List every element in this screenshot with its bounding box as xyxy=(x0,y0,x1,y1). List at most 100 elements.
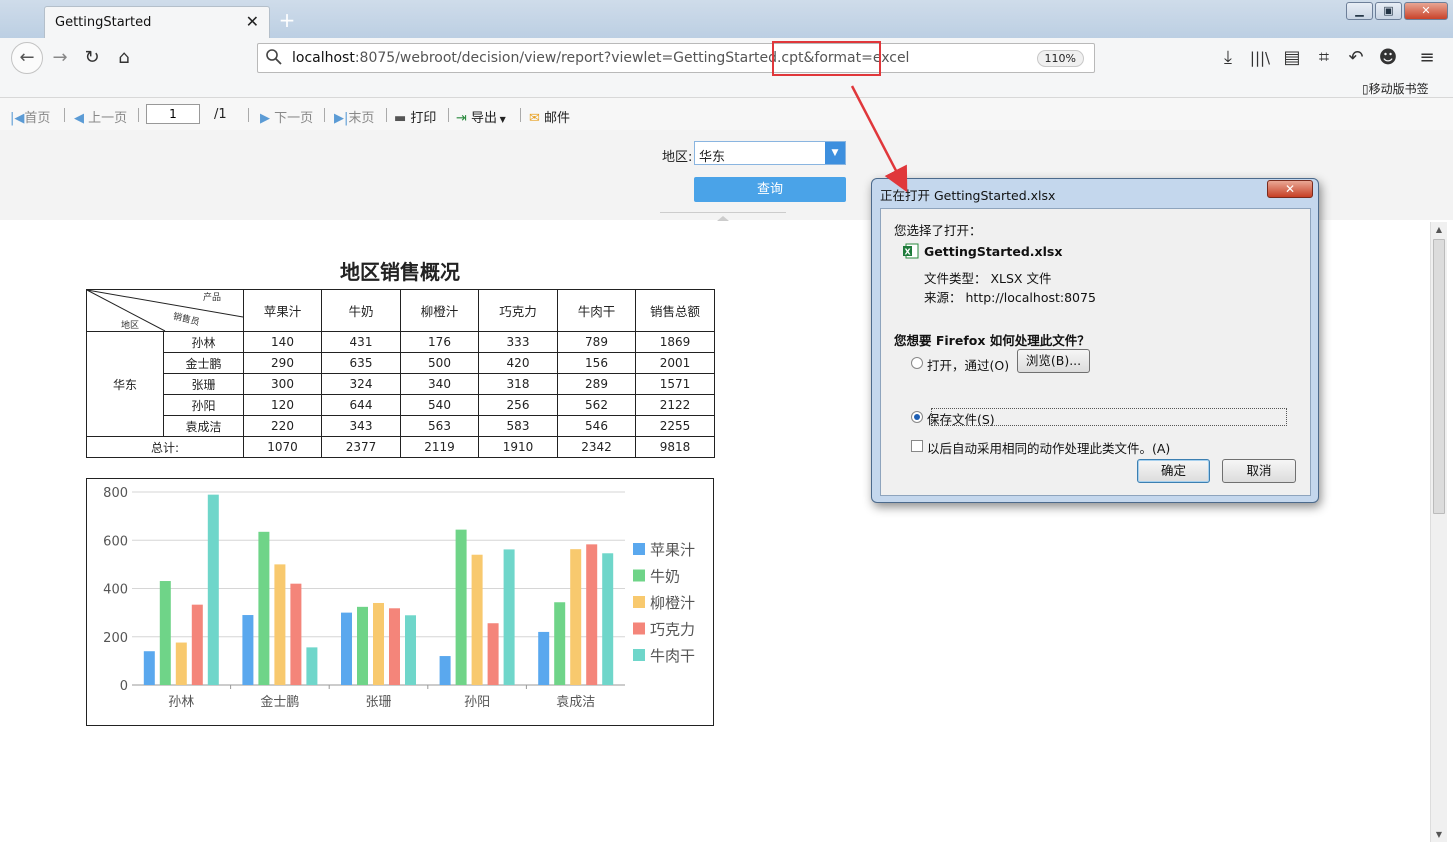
value-cell: 2122 xyxy=(635,394,715,416)
value-cell: 563 xyxy=(400,415,479,437)
column-header: 柳橙汁 xyxy=(400,289,479,332)
handle-question: 您想要 Firefox 如何处理此文件？ xyxy=(894,333,1090,348)
open-file-dialog: 正在打开 GettingStarted.xlsx ✕ 您选择了打开： X Get… xyxy=(871,178,1319,503)
legend-label: 苹果汁 xyxy=(650,541,695,559)
value-cell: 562 xyxy=(557,394,636,416)
save-file-radio[interactable] xyxy=(911,411,923,423)
salesperson-cell: 孙林 xyxy=(163,331,244,353)
scroll-thumb[interactable] xyxy=(1433,239,1445,514)
table-row: 孙阳 120 644 540 256 562 2122 xyxy=(87,394,715,416)
value-cell: 500 xyxy=(400,352,479,374)
browse-button[interactable]: 浏览(B)... xyxy=(1017,349,1090,373)
value-cell: 340 xyxy=(400,373,479,395)
value-cell: 333 xyxy=(478,331,558,353)
value-cell: 300 xyxy=(243,373,322,395)
bar xyxy=(405,615,416,685)
last-page-button[interactable]: ▶|末页 xyxy=(334,107,374,126)
scroll-down-icon[interactable]: ▼ xyxy=(1431,830,1447,839)
open-with-radio[interactable] xyxy=(911,357,923,369)
value-cell: 256 xyxy=(478,394,558,416)
salesperson-cell: 孙阳 xyxy=(163,394,244,416)
new-tab-icon[interactable]: + xyxy=(276,9,298,31)
url-highlight-box xyxy=(772,41,881,76)
value-cell: 156 xyxy=(557,352,636,374)
minimize-icon[interactable]: ▁ xyxy=(1346,2,1373,20)
home-icon[interactable]: ⌂ xyxy=(112,46,136,70)
table-row: 金士鹏 290 635 500 420 156 2001 xyxy=(87,352,715,374)
bar xyxy=(306,647,318,685)
bar xyxy=(554,602,566,685)
zoom-badge[interactable]: 110% xyxy=(1036,50,1084,67)
toolbar-divider xyxy=(448,108,449,122)
y-tick-label: 600 xyxy=(103,534,128,549)
corner-header-cell: 产品 销售员 地区 xyxy=(86,289,244,332)
prev-page-button[interactable]: ◀ 上一页 xyxy=(74,107,127,126)
maximize-icon[interactable]: ▣ xyxy=(1375,2,1402,20)
legend-label: 牛肉干 xyxy=(650,647,695,665)
window-close-icon[interactable]: ✕ xyxy=(1404,2,1448,20)
x-tick-label: 孙林 xyxy=(168,695,194,710)
column-header: 苹果汁 xyxy=(243,289,322,332)
file-type: 文件类型： XLSX 文件 xyxy=(924,271,1052,286)
bar xyxy=(373,602,384,685)
mobile-bookmarks[interactable]: ▯移动版书签 xyxy=(1362,80,1429,97)
browser-tab[interactable]: GettingStarted ✕ xyxy=(44,6,270,38)
menu-icon[interactable]: ≡ xyxy=(1415,46,1439,70)
region-select[interactable]: 华东 ▼ xyxy=(694,141,846,165)
legend-label: 牛奶 xyxy=(650,568,680,586)
account-icon[interactable]: ☻ xyxy=(1376,46,1400,70)
url-bar[interactable]: localhost:8075/webroot/decision/view/rep… xyxy=(257,43,1095,73)
bar xyxy=(143,651,155,685)
bar xyxy=(586,544,598,685)
sidebar-icon[interactable]: ▤ xyxy=(1280,46,1304,70)
y-tick-label: 0 xyxy=(120,679,128,694)
value-cell: 546 xyxy=(557,415,636,437)
query-button[interactable]: 查询 xyxy=(694,177,846,202)
value-cell: 540 xyxy=(400,394,479,416)
tab-close-icon[interactable]: ✕ xyxy=(246,12,259,31)
sales-chart: 0 200 400 600 800 孙林 金士鹏 张珊 孙阳 袁成洁 苹果汁 牛奶 柳橙汁 巧克力 牛肉干 xyxy=(86,478,714,726)
mail-button[interactable]: ✉ 邮件 xyxy=(529,107,570,126)
table-row: 华东 孙林 140 431 176 333 789 1869 xyxy=(86,331,715,437)
reload-icon[interactable]: ↻ xyxy=(80,46,104,70)
navigation-bar: ← → ↻ ⌂ localhost:8075/webroot/decision/… xyxy=(0,38,1453,98)
ok-button[interactable]: 确定 xyxy=(1137,459,1210,483)
column-header: 牛奶 xyxy=(321,289,401,332)
scroll-up-icon[interactable]: ▲ xyxy=(1431,225,1447,234)
value-cell: 318 xyxy=(478,373,558,395)
chevron-down-icon[interactable]: ▼ xyxy=(825,142,845,164)
library-icon[interactable]: |||\ xyxy=(1248,46,1272,70)
bar xyxy=(503,549,515,685)
remember-label[interactable]: 以后自动采用相同的动作处理此类文件。(A) xyxy=(927,438,1170,457)
open-with-label[interactable]: 打开，通过(O) xyxy=(927,355,1009,374)
tab-title: GettingStarted xyxy=(55,15,152,30)
next-page-button[interactable]: ▶ 下一页 xyxy=(260,107,313,126)
cancel-button[interactable]: 取消 xyxy=(1222,459,1296,483)
vertical-scrollbar[interactable]: ▲ ▼ xyxy=(1430,222,1447,842)
region-select-value: 华东 xyxy=(699,150,726,165)
forward-icon[interactable]: → xyxy=(48,46,72,70)
bar xyxy=(602,553,614,685)
bar xyxy=(455,529,467,685)
legend-label: 柳橙汁 xyxy=(650,594,695,612)
collapse-panel-handle[interactable] xyxy=(660,212,786,222)
total-cell: 2377 xyxy=(321,436,401,458)
bar xyxy=(290,583,302,685)
save-file-label[interactable]: 保存文件(S) xyxy=(927,409,995,428)
dialog-close-button[interactable]: ✕ xyxy=(1267,180,1313,198)
value-cell: 2255 xyxy=(635,415,715,437)
remember-checkbox[interactable] xyxy=(911,440,923,452)
back-icon[interactable]: ← xyxy=(11,42,43,74)
value-cell: 289 xyxy=(557,373,636,395)
page-number-input[interactable] xyxy=(146,104,200,124)
export-button[interactable]: ⇥ 导出 ▼ xyxy=(456,107,506,126)
undo-icon[interactable]: ↶ xyxy=(1344,46,1368,70)
legend-swatch xyxy=(633,649,645,661)
print-button[interactable]: ▬ 打印 xyxy=(394,107,436,126)
value-cell: 420 xyxy=(478,352,558,374)
first-page-button[interactable]: |◀首页 xyxy=(10,107,50,126)
screenshot-icon[interactable]: ⌗ xyxy=(1312,46,1336,70)
download-icon[interactable]: ⤓ xyxy=(1216,46,1240,70)
chevron-down-icon: ▼ xyxy=(497,115,506,124)
toolbar-divider xyxy=(324,108,325,122)
